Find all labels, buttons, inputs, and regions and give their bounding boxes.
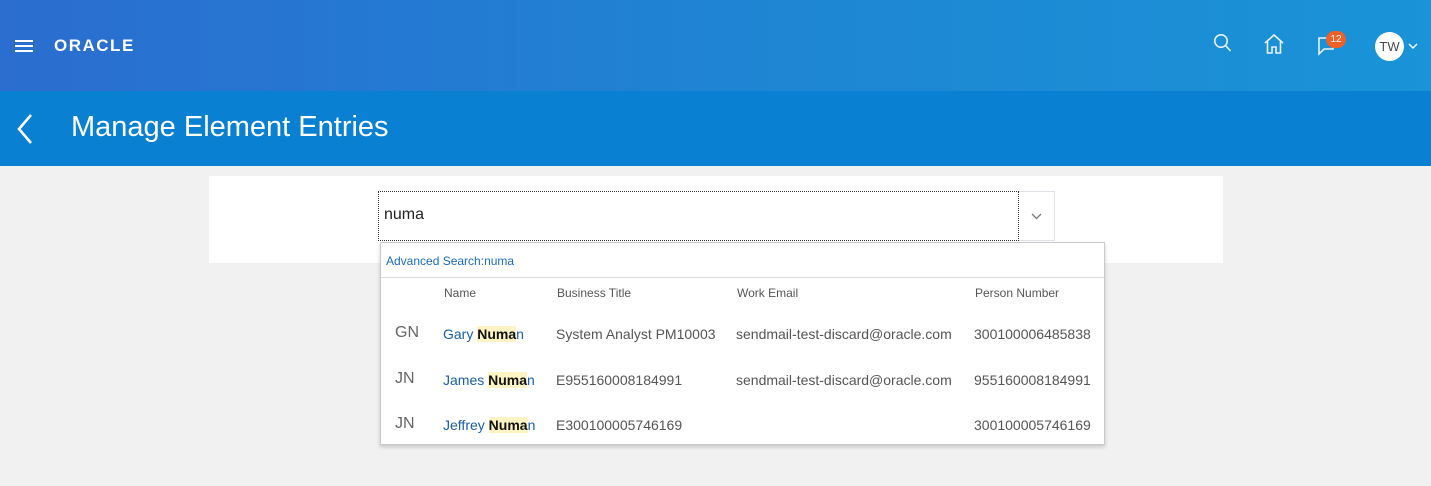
back-arrow-icon[interactable] xyxy=(16,113,34,145)
person-initials-avatar: GN xyxy=(395,324,419,341)
business-title-cell: E955160008184991 xyxy=(556,372,683,388)
search-icon[interactable] xyxy=(1213,33,1233,55)
person-number-cell: 300100006485838 xyxy=(974,326,1091,342)
suggestion-row[interactable]: JN James Numan E955160008184991 sendmail… xyxy=(381,357,1104,401)
person-name-link[interactable]: Jeffrey Numan xyxy=(443,417,535,433)
page-title-bar: Manage Element Entries xyxy=(0,91,1431,166)
column-header-work-email: Work Email xyxy=(737,286,799,300)
name-match-highlight: Numa xyxy=(488,417,528,433)
column-header-person-number: Person Number xyxy=(975,286,1060,300)
name-suffix: n xyxy=(527,417,536,433)
name-prefix: Jeffrey xyxy=(443,417,489,433)
search-input[interactable] xyxy=(384,206,984,224)
name-prefix: Gary xyxy=(443,326,478,342)
chevron-down-icon[interactable] xyxy=(1408,43,1418,50)
name-suffix: n xyxy=(527,372,535,388)
person-number-cell: 955160008184991 xyxy=(974,372,1091,388)
name-match-highlight: Numa xyxy=(477,326,517,342)
business-title-cell: E300100005746169 xyxy=(556,417,683,433)
search-dropdown-button[interactable] xyxy=(1019,191,1055,241)
suggestion-row[interactable]: JN Jeffrey Numan E300100005746169 300100… xyxy=(381,402,1104,446)
oracle-logo: ORACLE xyxy=(54,36,135,55)
person-name-link[interactable]: Gary Numan xyxy=(443,326,524,342)
user-avatar[interactable]: TW xyxy=(1375,32,1404,61)
person-name-link[interactable]: James Numan xyxy=(443,372,535,388)
divider xyxy=(381,277,1104,278)
advanced-search-link[interactable]: Advanced Search:numa xyxy=(386,254,514,268)
work-email-cell: sendmail-test-discard@oracle.com xyxy=(736,326,952,342)
notifications-badge: 12 xyxy=(1326,31,1346,48)
person-number-cell: 300100005746169 xyxy=(974,417,1091,433)
page-title: Manage Element Entries xyxy=(71,111,389,143)
name-prefix: James xyxy=(443,372,489,388)
name-match-highlight: Numa xyxy=(488,372,528,388)
business-title-cell: System Analyst PM10003 xyxy=(556,326,716,342)
suggestion-row[interactable]: GN Gary Numan System Analyst PM10003 sen… xyxy=(381,311,1104,355)
home-icon[interactable] xyxy=(1263,33,1285,55)
search-suggestions-popup: Advanced Search:numa Name Business Title… xyxy=(380,242,1105,445)
column-header-business-title: Business Title xyxy=(557,286,632,300)
chevron-down-icon xyxy=(1031,213,1042,220)
hamburger-menu-icon[interactable] xyxy=(15,40,33,54)
global-header: ORACLE 12 TW xyxy=(0,0,1431,91)
person-initials-avatar: JN xyxy=(395,415,415,432)
work-email-cell: sendmail-test-discard@oracle.com xyxy=(736,372,952,388)
name-suffix: n xyxy=(516,326,524,342)
person-search-field[interactable] xyxy=(378,191,1019,241)
person-initials-avatar: JN xyxy=(395,370,415,387)
column-header-name: Name xyxy=(444,286,477,300)
